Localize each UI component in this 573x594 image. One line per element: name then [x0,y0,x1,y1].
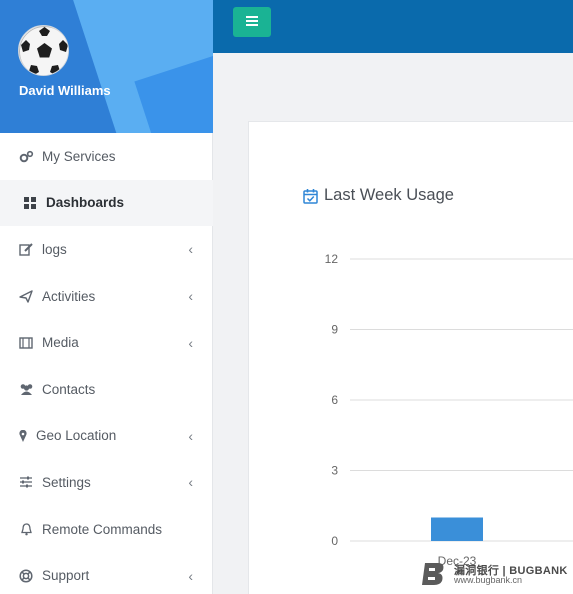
sidebar-item-label: Remote Commands [42,521,163,537]
calendar-check-icon [303,188,318,204]
sidebar-item-label: Activities [42,288,96,304]
chevron-left-icon: ‹ [188,288,193,305]
sidebar-menu: My Services Dashboards logs ‹ Activities… [0,133,213,594]
sidebar-item-label: Dashboards [46,195,125,211]
grid-icon [22,195,38,211]
sidebar-toggle-button[interactable] [233,7,271,37]
sidebar: David Williams My Services Dashboards lo… [0,0,213,594]
cogs-icon [18,148,34,164]
card-title: Last Week Usage [303,186,454,205]
bugbank-logo-icon [422,563,444,585]
top-navbar [213,0,573,53]
sidebar-item-my-services[interactable]: My Services [0,133,213,180]
sidebar-item-support[interactable]: Support ‹ [0,552,213,594]
sidebar-item-media[interactable]: Media ‹ [0,319,213,366]
paper-plane-icon [18,288,34,304]
sidebar-item-settings[interactable]: Settings ‹ [0,459,213,506]
sidebar-item-remote-commands[interactable]: Remote Commands [0,506,213,553]
edit-icon [18,241,34,257]
sidebar-item-label: My Services [42,148,116,164]
map-marker-icon [18,428,28,444]
film-icon [18,335,34,351]
chevron-left-icon: ‹ [188,567,193,584]
chevron-left-icon: ‹ [188,427,193,444]
hamburger-icon [246,13,258,31]
users-icon [18,381,34,397]
sidebar-item-activities[interactable]: Activities ‹ [0,273,213,320]
sliders-icon [18,474,34,490]
chevron-left-icon: ‹ [188,334,193,351]
chevron-left-icon: ‹ [188,241,193,258]
sidebar-item-label: Media [42,335,79,351]
usage-card: Last Week Usage [248,121,573,594]
sidebar-item-label: logs [42,241,67,257]
sidebar-item-label: Support [42,568,90,584]
chevron-left-icon: ‹ [188,474,193,491]
bell-icon [18,521,34,537]
sidebar-item-label: Geo Location [36,428,117,444]
avatar[interactable] [18,25,69,76]
watermark: 漏洞银行 | BUGBANK www.bugbank.cn [420,560,570,588]
sidebar-item-dashboards[interactable]: Dashboards [0,179,213,227]
watermark-url: www.bugbank.cn [454,575,523,585]
life-ring-icon [18,568,34,584]
sidebar-item-contacts[interactable]: Contacts [0,366,213,413]
user-name[interactable]: David Williams [19,83,111,98]
sidebar-item-label: Contacts [42,381,96,397]
profile-header: David Williams [0,0,213,133]
card-title-text: Last Week Usage [324,186,454,204]
sidebar-item-label: Settings [42,474,91,490]
sidebar-item-logs[interactable]: logs ‹ [0,226,213,273]
sidebar-item-geo-location[interactable]: Geo Location ‹ [0,413,213,460]
